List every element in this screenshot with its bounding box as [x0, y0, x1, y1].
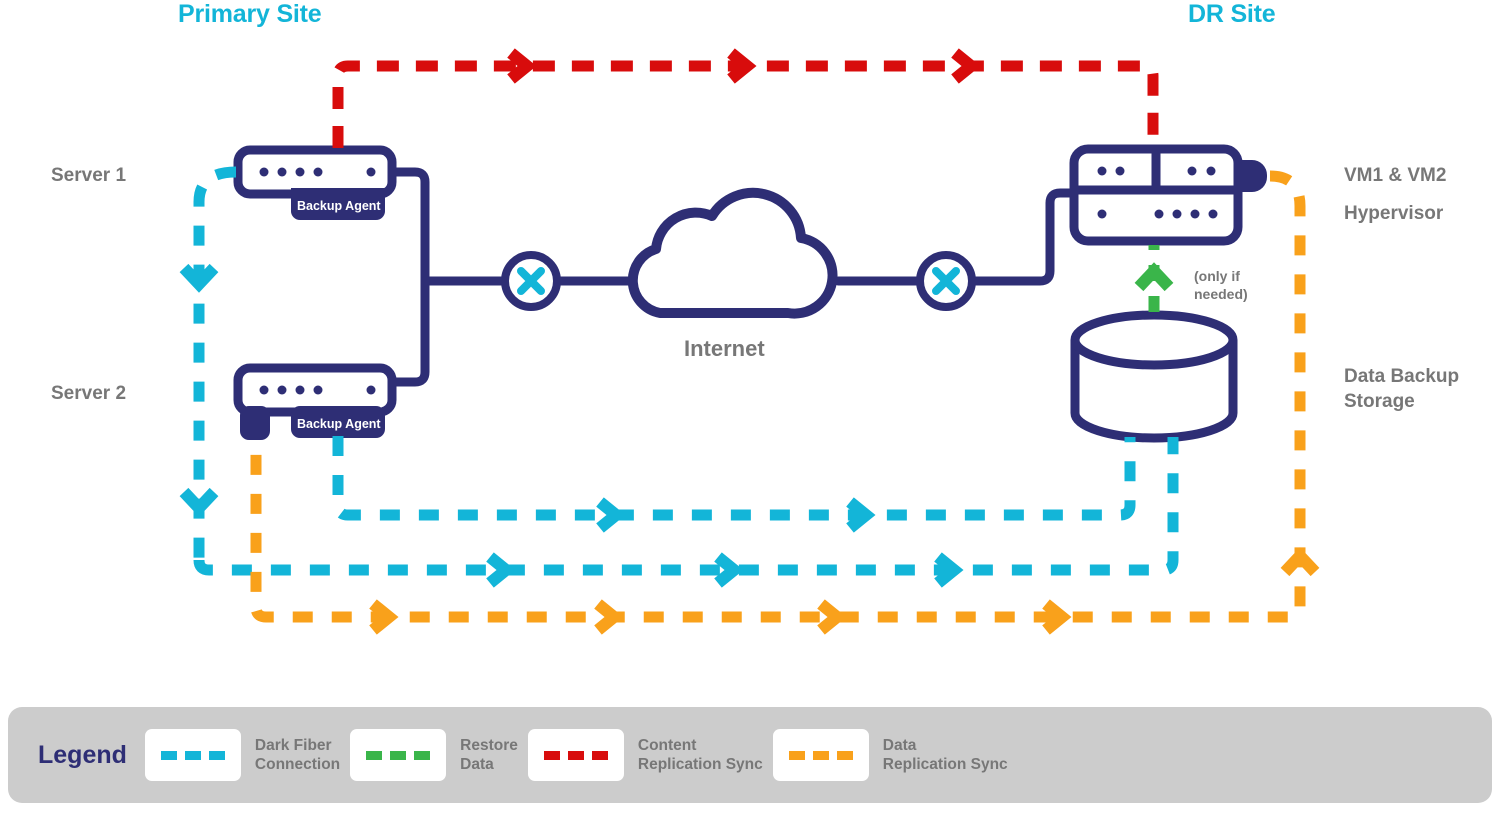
legend-dash-icon	[208, 750, 225, 760]
network-diagram-graphics	[179, 48, 1320, 635]
legend-entry-content-replication-sync: Content Replication Sync	[527, 729, 763, 781]
legend-swatch-restore-data	[350, 729, 447, 781]
legend: Legend Dark Fiber Connection Restore Data…	[8, 707, 1492, 803]
legend-dash-icon	[184, 750, 201, 760]
server-2-label: Server 2	[51, 383, 127, 404]
flow-restore-data-arrow	[1134, 262, 1174, 292]
vm-label: VM1 & VM2	[1344, 165, 1447, 186]
server-1-label: Server 1	[51, 165, 127, 186]
legend-entry-dark-fiber-connection: Dark Fiber Connection	[144, 729, 341, 781]
legend-title: Legend	[38, 740, 127, 769]
backup-agent-2-label: Backup Agent	[297, 417, 381, 431]
legend-dash-icon	[366, 750, 383, 760]
only-if-needed-note: (only if needed)	[1194, 268, 1248, 303]
hypervisor-icon	[1069, 144, 1267, 246]
legend-dash-icon	[160, 750, 177, 760]
legend-swatch-content-replication-sync	[527, 729, 624, 781]
legend-label-restore-data: Restore Data	[460, 736, 518, 773]
legend-dash-icon	[788, 750, 805, 760]
dr-site-title: DR Site	[1188, 0, 1276, 28]
internet-cloud-icon	[627, 187, 838, 319]
legend-dash-icon	[836, 750, 853, 760]
flow-dark-fiber-arrow-down-2	[179, 487, 219, 517]
legend-dash-icon	[591, 750, 608, 760]
legend-dash-icon	[567, 750, 584, 760]
legend-label-dark-fiber-connection: Dark Fiber Connection	[254, 736, 341, 773]
link-switch-right-to-hypervisor	[968, 188, 1080, 286]
legend-items: Dark Fiber Connection Restore Data Content…	[144, 729, 1018, 781]
internet-label: Internet	[684, 336, 765, 361]
legend-dash-icon	[390, 750, 407, 760]
legend-dash-icon	[414, 750, 431, 760]
legend-entry-data-replication-sync: Data Replication Sync	[772, 729, 1008, 781]
flow-dark-fiber-server2-to-storage	[332, 436, 1136, 521]
legend-label-content-replication-sync: Content Replication Sync	[637, 736, 763, 773]
diagram-canvas: Primary Site DR Site Server 1 Server 2 V…	[0, 0, 1500, 814]
legend-dash-icon	[812, 750, 829, 760]
flow-content-replication-sync	[332, 60, 1159, 148]
flow-dark-fiber-server1-to-storage	[193, 437, 1179, 576]
backup-agent-1-label: Backup Agent	[297, 199, 381, 213]
primary-site-title: Primary Site	[178, 0, 322, 28]
legend-swatch-data-replication-sync	[772, 729, 869, 781]
legend-label-data-replication-sync: Data Replication Sync	[882, 736, 1008, 773]
legend-entry-restore-data: Restore Data	[350, 729, 518, 781]
legend-dash-icon	[543, 750, 560, 760]
legend-swatch-dark-fiber-connection	[144, 729, 241, 781]
crossconnect-left-icon	[501, 251, 561, 311]
primary-server-bus	[387, 167, 430, 387]
hypervisor-label: Hypervisor	[1344, 203, 1444, 224]
crossconnect-right-icon	[916, 251, 976, 311]
data-backup-storage-label: Data Backup Storage	[1344, 366, 1460, 413]
data-backup-storage-icon	[1070, 310, 1238, 443]
